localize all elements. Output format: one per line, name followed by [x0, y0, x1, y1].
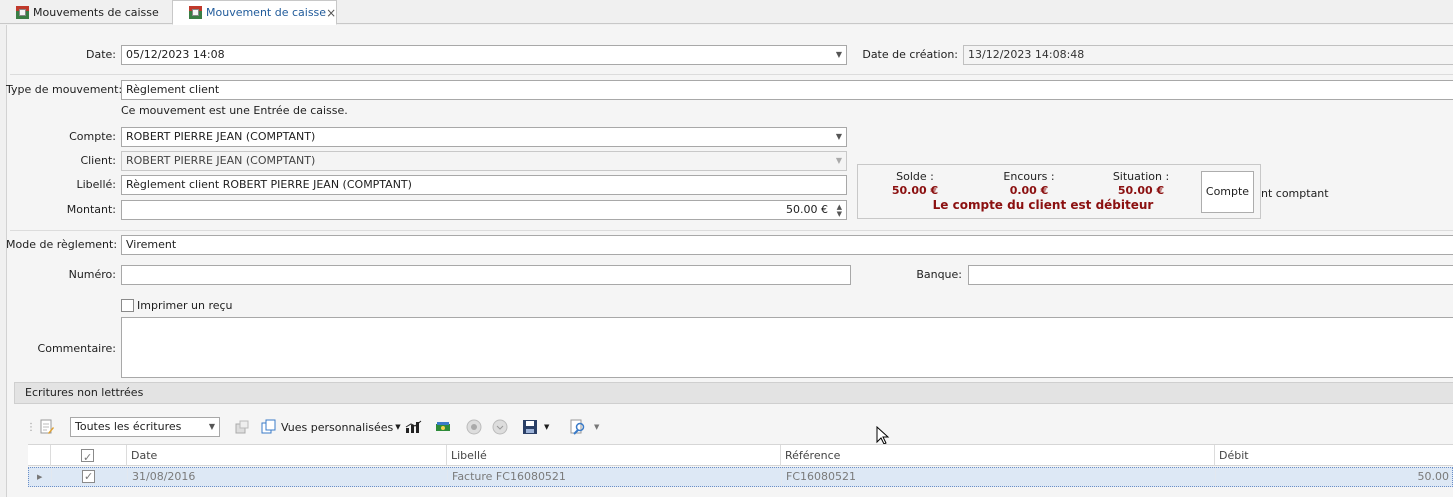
numero-label: Numéro:: [68, 268, 116, 281]
table-row[interactable]: ▶ 31/08/2016 Facture FC16080521 FC160805…: [28, 467, 1453, 487]
views-menu-button[interactable]: Vues personnalisées ▼: [261, 418, 401, 436]
solde-value: 50.00 €: [891, 184, 939, 197]
compte-field[interactable]: ROBERT PIERRE JEAN (COMPTANT) ▼: [121, 127, 847, 147]
column-header-reference[interactable]: Référence: [780, 445, 1214, 466]
chevron-down-icon: ▼: [395, 423, 401, 431]
compte-button[interactable]: Compte: [1201, 171, 1254, 213]
grid-header-row: Date Libellé Référence Débit: [28, 444, 1453, 468]
grid-toolbar: ⋮ Toutes les écritures ▼ Vues personnali…: [22, 414, 1453, 440]
select-all-checkbox[interactable]: [81, 447, 94, 468]
copy-disabled-icon: [234, 418, 250, 436]
montant-field[interactable]: 50.00 € ▲ ▼: [121, 200, 847, 220]
type-value: Règlement client: [126, 83, 220, 96]
previous-disabled-icon: [466, 418, 482, 436]
chevron-down-icon[interactable]: ▼: [544, 423, 549, 431]
imprimer-checkbox-row[interactable]: Imprimer un reçu: [121, 297, 233, 313]
search-icon[interactable]: ▼: [570, 418, 599, 436]
tab-label: Mouvements de caisse: [33, 5, 159, 19]
cash-register-icon: [189, 6, 202, 19]
views-label: Vues personnalisées: [281, 420, 394, 434]
tab-label: Mouvement de caisse: [206, 6, 327, 19]
compte-label: Compte:: [69, 130, 116, 143]
column-header-debit[interactable]: Débit: [1214, 445, 1453, 466]
date-field[interactable]: 05/12/2023 14:08 ▼: [121, 45, 847, 65]
filter-dropdown[interactable]: Toutes les écritures ▼: [70, 417, 220, 437]
chevron-down-icon[interactable]: ▼: [209, 418, 215, 436]
creation-date-value: 13/12/2023 14:08:48: [968, 48, 1085, 61]
row-checkbox[interactable]: [82, 468, 95, 486]
filter-value: Toutes les écritures: [75, 420, 182, 433]
spin-down-icon[interactable]: ▼: [837, 210, 842, 218]
commentaire-textarea[interactable]: [121, 317, 1453, 378]
tab-mouvement-de-caisse[interactable]: Mouvement de caisse ×: [172, 0, 337, 25]
encours-block: Encours : 0.00 €: [986, 170, 1072, 198]
commentaire-label: Commentaire:: [37, 342, 116, 355]
montant-label: Montant:: [66, 203, 116, 216]
cell-reference: FC16080521: [781, 468, 1215, 486]
account-trailing-text: nt comptant: [1261, 187, 1329, 200]
type-field[interactable]: Règlement client: [121, 80, 1453, 100]
separator: [10, 230, 1453, 231]
chart-icon[interactable]: [404, 418, 422, 436]
banque-label: Banque:: [916, 268, 962, 281]
chevron-down-icon[interactable]: ▼: [836, 128, 842, 146]
cell-libelle: Facture FC16080521: [447, 468, 781, 486]
montant-value: 50.00 €: [786, 203, 828, 216]
close-icon[interactable]: ×: [326, 6, 336, 20]
select-all-cell[interactable]: [50, 445, 126, 468]
libelle-label: Libellé:: [76, 178, 116, 191]
cell-debit: 50.00: [1215, 468, 1452, 486]
solde-label: Solde :: [896, 170, 934, 183]
numero-field[interactable]: [121, 265, 851, 285]
chevron-down-icon[interactable]: ▼: [594, 423, 599, 431]
account-status-message: Le compte du client est débiteur: [932, 198, 1154, 212]
cell-date: 31/08/2016: [127, 468, 447, 486]
imprimer-checkbox[interactable]: [121, 298, 134, 312]
client-value: ROBERT PIERRE JEAN (COMPTANT): [126, 154, 316, 167]
row-indicator-header: [28, 445, 50, 466]
situation-label: Situation :: [1112, 170, 1170, 183]
toolbar-grip-icon: ⋮: [26, 421, 36, 433]
banque-field[interactable]: [968, 265, 1453, 285]
mode-value: Virement: [126, 238, 177, 251]
cash-register-icon: [16, 5, 29, 19]
next-disabled-icon: [492, 418, 508, 436]
row-expand-icon[interactable]: ▶: [29, 468, 51, 486]
chevron-down-icon: ▼: [835, 156, 842, 165]
situation-block: Situation : 50.00 €: [1098, 170, 1184, 198]
views-icon: [261, 419, 276, 434]
chevron-down-icon[interactable]: ▼: [836, 46, 842, 64]
type-info-text: Ce mouvement est une Entrée de caisse.: [121, 104, 348, 117]
account-summary-box: Solde : 50.00 € Encours : 0.00 € Situati…: [857, 164, 1261, 219]
mode-field[interactable]: Virement: [121, 235, 1453, 255]
edit-document-icon[interactable]: [40, 418, 54, 436]
column-header-libelle[interactable]: Libellé: [446, 445, 780, 466]
creation-date-field: 13/12/2023 14:08:48: [963, 45, 1453, 65]
mode-label: Mode de règlement:: [6, 238, 118, 251]
money-icon[interactable]: [434, 418, 452, 436]
save-icon[interactable]: ▼: [522, 418, 549, 436]
imprimer-label: Imprimer un reçu: [137, 298, 233, 312]
tab-mouvements-de-caisse[interactable]: Mouvements de caisse: [0, 0, 172, 24]
grid-section-title: Ecritures non lettrées: [14, 382, 1453, 404]
type-label: Type de mouvement:: [6, 83, 123, 96]
libelle-field[interactable]: Règlement client ROBERT PIERRE JEAN (COM…: [121, 175, 847, 195]
encours-label: Encours :: [1003, 170, 1055, 183]
creation-date-label: Date de création:: [862, 48, 958, 61]
solde-block: Solde : 50.00 €: [872, 170, 958, 198]
situation-value: 50.00 €: [1117, 184, 1165, 197]
row-select-cell[interactable]: [51, 468, 127, 486]
column-header-date[interactable]: Date: [126, 445, 446, 466]
client-field: ROBERT PIERRE JEAN (COMPTANT) ▼: [121, 151, 847, 171]
date-label: Date:: [86, 48, 116, 61]
libelle-value: Règlement client ROBERT PIERRE JEAN (COM…: [126, 178, 412, 191]
separator: [10, 74, 1453, 75]
date-value: 05/12/2023 14:08: [126, 48, 225, 61]
encours-value: 0.00 €: [1009, 184, 1049, 197]
client-label: Client:: [80, 154, 116, 167]
compte-value: ROBERT PIERRE JEAN (COMPTANT): [126, 130, 316, 143]
